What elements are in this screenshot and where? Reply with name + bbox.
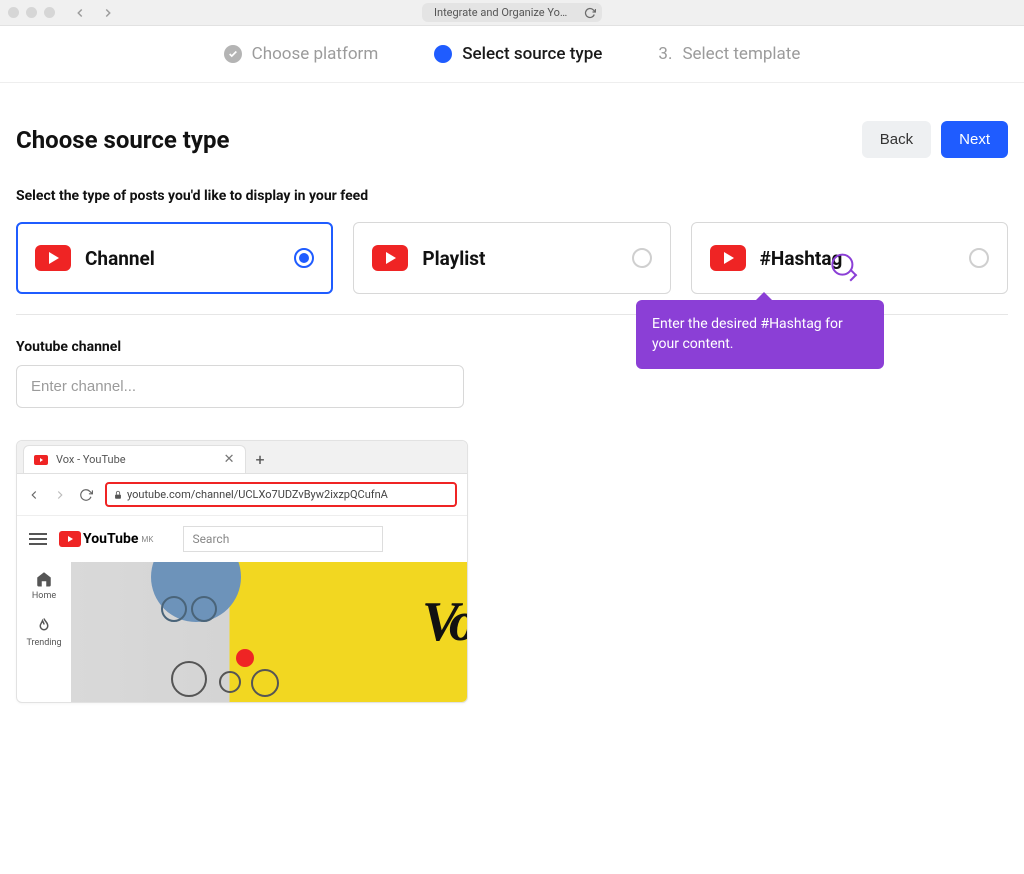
- traffic-light-max[interactable]: [44, 7, 55, 18]
- youtube-icon: [35, 245, 71, 271]
- source-card-playlist[interactable]: Playlist: [353, 222, 670, 294]
- reload-icon[interactable]: [584, 7, 596, 19]
- arrow-right-icon: [53, 488, 67, 502]
- step-label: Select source type: [462, 44, 602, 64]
- section-label: Select the type of posts you'd like to d…: [16, 188, 1008, 204]
- source-label: Channel: [85, 247, 155, 270]
- step-select-source-type[interactable]: Select source type: [434, 44, 602, 64]
- sidebar-label: Trending: [26, 638, 61, 648]
- example-search-input: Search: [183, 526, 383, 552]
- example-sidebar-trending: Trending: [26, 617, 61, 648]
- vox-logo: Vo: [422, 590, 467, 654]
- browser-back-icon[interactable]: [73, 6, 87, 20]
- close-icon: ✕: [224, 452, 235, 467]
- hashtag-tooltip: Enter the desired #Hashtag for your cont…: [636, 300, 884, 369]
- check-icon: [224, 45, 242, 63]
- step-choose-platform[interactable]: Choose platform: [224, 44, 379, 64]
- example-tab-title: Vox - YouTube: [56, 453, 126, 466]
- youtube-icon: [710, 245, 746, 271]
- arrow-left-icon: [27, 488, 41, 502]
- example-channel-banner: Vo: [71, 562, 467, 702]
- source-card-hashtag[interactable]: #Hashtag: [691, 222, 1008, 294]
- home-icon: [35, 570, 53, 588]
- radio-hashtag[interactable]: [969, 248, 989, 268]
- example-sidebar-home: Home: [32, 570, 56, 601]
- stepper: Choose platform Select source type 3. Se…: [0, 26, 1024, 83]
- address-bar[interactable]: Integrate and Organize Yo…: [422, 3, 602, 22]
- channel-input[interactable]: [16, 365, 464, 408]
- source-label: Playlist: [422, 247, 485, 270]
- example-url-bar: youtube.com/channel/UCLXo7UDZvByw2ixzpQC…: [105, 482, 457, 507]
- youtube-region: MK: [141, 535, 153, 544]
- sidebar-label: Home: [32, 591, 56, 601]
- reload-icon: [79, 488, 93, 502]
- browser-chrome: Integrate and Organize Yo…: [0, 0, 1024, 26]
- traffic-light-close[interactable]: [8, 7, 19, 18]
- back-button[interactable]: Back: [862, 121, 931, 158]
- source-cards: Channel Playlist #Hashtag Enter the desi…: [16, 222, 1008, 294]
- radio-playlist[interactable]: [632, 248, 652, 268]
- youtube-favicon-icon: [34, 455, 48, 465]
- address-text: Integrate and Organize Yo…: [434, 6, 567, 19]
- youtube-icon: [372, 245, 408, 271]
- source-label: #Hashtag: [760, 247, 843, 270]
- page-title: Choose source type: [16, 126, 229, 154]
- traffic-light-min[interactable]: [26, 7, 37, 18]
- example-browser: Vox - YouTube ✕ + youtube.com/channel/UC…: [16, 440, 468, 703]
- source-card-channel[interactable]: Channel: [16, 222, 333, 294]
- traffic-lights: [8, 7, 55, 18]
- example-url-text: youtube.com/channel/UCLXo7UDZvByw2ixzpQC…: [127, 488, 388, 501]
- step-label: Select template: [682, 44, 800, 64]
- youtube-logo-text: YouTube: [83, 531, 138, 547]
- step-number: 3.: [658, 44, 672, 64]
- step-label: Choose platform: [252, 44, 379, 64]
- example-tab: Vox - YouTube ✕: [23, 445, 246, 473]
- flame-icon: [35, 617, 53, 635]
- youtube-icon: [59, 531, 81, 547]
- plus-icon: +: [256, 450, 265, 469]
- hamburger-icon: [29, 533, 47, 545]
- step-active-dot-icon: [434, 45, 452, 63]
- next-button[interactable]: Next: [941, 121, 1008, 158]
- radio-channel[interactable]: [294, 248, 314, 268]
- page-header: Choose source type Back Next: [16, 121, 1008, 158]
- step-select-template: 3. Select template: [658, 44, 800, 64]
- youtube-logo: YouTubeMK: [59, 531, 153, 547]
- browser-forward-icon[interactable]: [101, 6, 115, 20]
- lock-icon: [113, 490, 123, 500]
